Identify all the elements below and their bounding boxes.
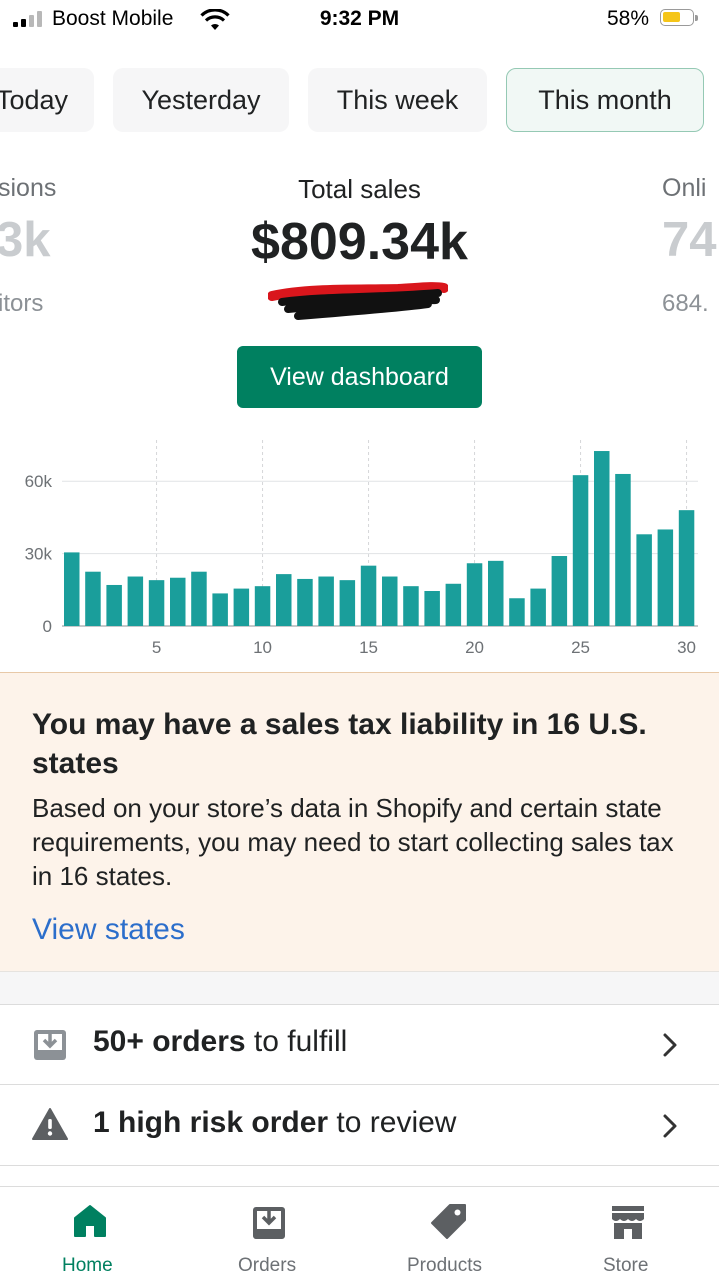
chart-bar[interactable]: [530, 588, 546, 626]
period-chip-yesterday[interactable]: Yesterday: [113, 68, 289, 132]
chevron-right-icon: [663, 1033, 677, 1057]
orders-to-fulfill-row[interactable]: 50+ orders to fulfill: [0, 1004, 719, 1085]
chart-bar[interactable]: [233, 588, 250, 626]
orders-icon: [253, 1207, 285, 1239]
chart-bar[interactable]: [339, 580, 356, 626]
status-bar: Boost Mobile 9:32 PM 58%: [0, 0, 719, 40]
metric-right-value: 74: [662, 213, 717, 267]
period-chip-today[interactable]: Today: [0, 68, 94, 132]
chart-xtick-label: 5: [152, 638, 161, 657]
orders-to-fulfill-text: 50+ orders to fulfill: [93, 1025, 348, 1058]
chart-bar[interactable]: [212, 593, 228, 626]
warning-icon: [32, 1108, 68, 1140]
chart-bar[interactable]: [403, 586, 419, 626]
chart-bar[interactable]: [318, 576, 334, 626]
sales-tax-banner: You may have a sales tax liability in 16…: [0, 672, 719, 972]
chart-ytick-label: 0: [43, 617, 52, 636]
metric-right-label: Onli: [662, 174, 707, 202]
battery-icon: [660, 9, 698, 26]
tab-home-label: Home: [62, 1255, 113, 1276]
chart-xtick-label: 10: [253, 638, 272, 657]
high-risk-order-text: 1 high risk order to review: [93, 1106, 457, 1139]
tag-icon: [431, 1204, 466, 1239]
chart-bar[interactable]: [636, 534, 652, 626]
total-sales-value[interactable]: $809.34k: [0, 212, 719, 272]
chart-bar[interactable]: [551, 556, 568, 626]
total-sales-label: Total sales: [298, 174, 421, 204]
chart-bar[interactable]: [466, 563, 483, 626]
bottom-tab-bar: Home Orders Products Store: [0, 1186, 719, 1280]
chart-bar[interactable]: [488, 560, 504, 626]
tab-home[interactable]: Home: [50, 1187, 130, 1281]
store-icon: [612, 1206, 644, 1239]
chart-bar[interactable]: [382, 576, 398, 626]
inbox-download-icon: [34, 1030, 66, 1060]
tab-products[interactable]: Products: [400, 1187, 500, 1281]
chart-bar[interactable]: [191, 571, 207, 626]
high-risk-order-row[interactable]: 1 high risk order to review: [0, 1085, 719, 1166]
metric-left-sub: itors: [0, 290, 44, 317]
chart-bar[interactable]: [360, 565, 377, 626]
chart-ytick-label: 60k: [25, 472, 53, 491]
chart-bar[interactable]: [148, 580, 165, 626]
chevron-right-icon: [663, 1114, 677, 1138]
home-icon: [74, 1205, 106, 1237]
chart-bar[interactable]: [254, 586, 271, 626]
chart-xtick-label: 20: [465, 638, 484, 657]
chart-xtick-label: 30: [677, 638, 696, 657]
chart-bar[interactable]: [276, 574, 292, 626]
chart-bar[interactable]: [657, 529, 674, 626]
view-states-link[interactable]: View states: [32, 913, 185, 947]
chart-bar[interactable]: [509, 598, 525, 626]
chart-bar[interactable]: [615, 473, 631, 626]
battery-percent: 58%: [607, 7, 650, 30]
chart-bar[interactable]: [572, 475, 589, 626]
banner-body: Based on your store’s data in Shopify an…: [32, 793, 674, 891]
chart-xtick-label: 15: [359, 638, 378, 657]
chart-bar[interactable]: [297, 578, 313, 626]
sales-bar-chart: 0 30k 60k 5 10 15 20 25 30: [25, 440, 698, 657]
metric-right-sub: 684.: [662, 290, 709, 317]
section-divider: [0, 972, 719, 1005]
chart-bar[interactable]: [678, 510, 695, 626]
chart-bar[interactable]: [170, 577, 186, 626]
period-chip-this-week[interactable]: This week: [308, 68, 487, 132]
chart-bar[interactable]: [106, 584, 122, 626]
tab-products-label: Products: [407, 1255, 482, 1276]
chart-bar[interactable]: [85, 571, 101, 626]
banner-title: You may have a sales tax liability in 16…: [32, 708, 647, 780]
chart-ytick-label: 30k: [25, 545, 53, 564]
tab-orders[interactable]: Orders: [228, 1187, 312, 1281]
chart-bar[interactable]: [594, 451, 610, 626]
period-chip-this-month[interactable]: This month: [506, 68, 704, 132]
tab-store[interactable]: Store: [594, 1187, 664, 1281]
chart-xtick-label: 25: [571, 638, 590, 657]
tab-store-label: Store: [603, 1255, 649, 1276]
chart-bar[interactable]: [64, 552, 80, 626]
chart-bar[interactable]: [127, 576, 144, 626]
chart-bar[interactable]: [424, 591, 440, 626]
tab-orders-label: Orders: [238, 1255, 297, 1276]
view-dashboard-button[interactable]: View dashboard: [237, 346, 482, 408]
redaction-scribble: [268, 282, 448, 320]
chart-bar[interactable]: [445, 583, 462, 626]
